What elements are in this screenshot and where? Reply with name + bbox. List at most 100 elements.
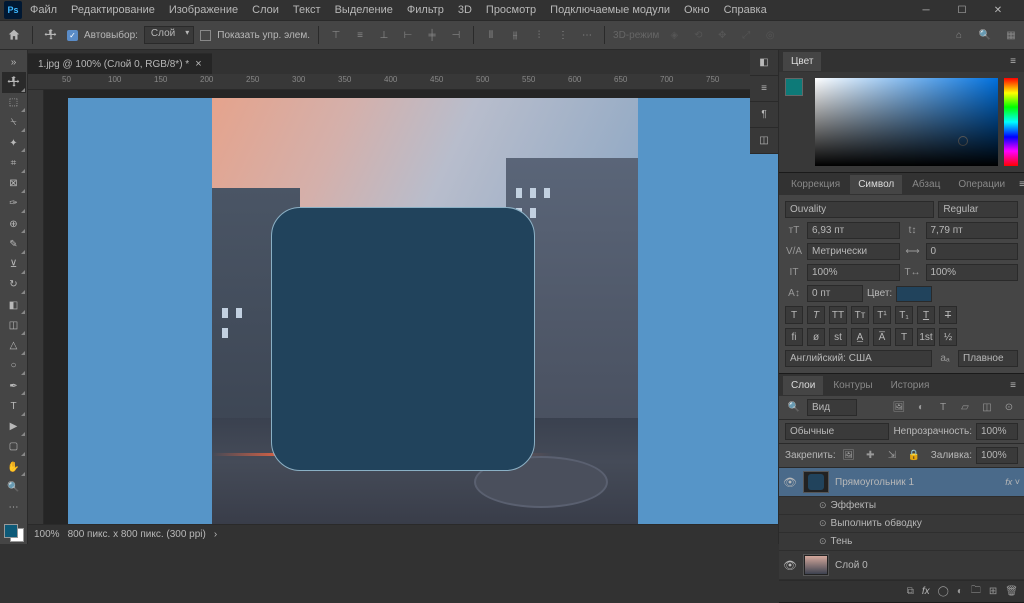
smallcaps-toggle[interactable]: Tᴛ (851, 306, 869, 324)
blur-tool[interactable]: △ (2, 336, 26, 356)
menu-text[interactable]: Текст (287, 1, 327, 19)
visibility-toggle[interactable]: 👁 (783, 559, 797, 572)
italic-toggle[interactable]: T (807, 306, 825, 324)
menu-view[interactable]: Просмотр (480, 1, 542, 19)
type-tool[interactable]: T (2, 396, 26, 416)
visibility-toggle[interactable]: 👁 (783, 476, 797, 489)
layer-name[interactable]: Прямоугольник 1 (835, 477, 914, 488)
distribute-1-icon[interactable]: ⫴ (482, 26, 500, 44)
layer-row[interactable]: 👁 Прямоугольник 1 fx ˅ (779, 468, 1024, 497)
ot-ordinals[interactable]: 1st (917, 328, 935, 346)
character-tab[interactable]: Символ (850, 175, 902, 194)
paragraph-tab[interactable]: Абзац (904, 175, 948, 194)
blend-mode-dropdown[interactable]: Обычные (785, 423, 889, 440)
lock-artboard-icon[interactable]: ⇲ (883, 448, 901, 464)
close-tab-icon[interactable]: × (195, 58, 201, 70)
align-bottom-icon[interactable]: ⊥ (375, 26, 393, 44)
close-button[interactable]: ✕ (984, 1, 1012, 19)
align-left-icon[interactable]: ⊢ (399, 26, 417, 44)
home-icon[interactable] (4, 25, 24, 45)
adjustment-icon[interactable]: ◐ (957, 586, 963, 597)
ot-fractions[interactable]: ½ (939, 328, 957, 346)
bold-toggle[interactable]: T (785, 306, 803, 324)
lock-all-icon[interactable]: 🔒 (905, 448, 923, 464)
subscript-toggle[interactable]: T₁ (895, 306, 913, 324)
collapsed-icon-1[interactable]: ◧ (750, 50, 778, 76)
zoom-tool[interactable]: 🔍 (2, 477, 26, 497)
collapsed-icon-3[interactable]: ¶ (750, 102, 778, 128)
caps-toggle[interactable]: TT (829, 306, 847, 324)
align-vcenter-icon[interactable]: ≡ (351, 26, 369, 44)
healing-tool[interactable]: ⊕ (2, 214, 26, 234)
language-dropdown[interactable]: Английский: США (785, 350, 932, 367)
vscale-field[interactable]: 100% (807, 264, 900, 281)
hscale-field[interactable]: 100% (926, 264, 1019, 281)
move-tool[interactable] (2, 72, 26, 92)
panel-swatch[interactable] (785, 78, 809, 102)
leading-field[interactable]: 7,79 пт (926, 222, 1019, 239)
eraser-tool[interactable]: ◧ (2, 295, 26, 315)
align-hcenter-icon[interactable]: ╪ (423, 26, 441, 44)
panel-menu-icon[interactable]: ≡ (1006, 380, 1020, 391)
baseline-field[interactable]: 0 пт (807, 285, 863, 302)
align-top-icon[interactable]: ⊤ (327, 26, 345, 44)
collapsed-icon-2[interactable]: ≡ (750, 76, 778, 102)
layer-thumb-rect[interactable] (803, 471, 829, 493)
autoselect-checkbox[interactable]: ✓ (67, 30, 78, 41)
doc-dimensions[interactable]: 800 пикс. x 800 пикс. (300 ppi) (68, 529, 206, 540)
layer-thumb-image[interactable] (803, 554, 829, 576)
panel-menu-icon[interactable]: ≡ (1006, 56, 1020, 67)
ot-fi[interactable]: fi (785, 328, 803, 346)
fx-badge[interactable]: fx ˅ (1005, 477, 1020, 487)
effect-shadow[interactable]: ⊙ Тень (779, 533, 1024, 551)
hand-tool[interactable]: ✋ (2, 457, 26, 477)
effect-stroke[interactable]: ⊙ Выполнить обводку (779, 515, 1024, 533)
tracking-field[interactable]: 0 (926, 243, 1019, 260)
color-tab[interactable]: Цвет (783, 52, 821, 71)
actions-tab[interactable]: Операции (950, 175, 1013, 194)
ot-stylistic[interactable]: T (895, 328, 913, 346)
frame-tool[interactable]: ⊠ (2, 174, 26, 194)
show-controls-checkbox[interactable] (200, 30, 211, 41)
eyedropper-tool[interactable]: ✑ (2, 194, 26, 214)
marquee-tool[interactable]: ⬚ (2, 93, 26, 113)
edit-toolbar[interactable]: ⋯ (2, 498, 26, 518)
ot-titling[interactable]: A̅ (873, 328, 891, 346)
menu-filter[interactable]: Фильтр (401, 1, 450, 19)
workspace-icon[interactable]: ▦ (1002, 26, 1020, 44)
maximize-button[interactable]: ☐ (948, 1, 976, 19)
layer-filter-dropdown[interactable]: Вид (807, 399, 857, 416)
search-icon[interactable]: 🔍 (976, 26, 994, 44)
stamp-tool[interactable]: ⊻ (2, 255, 26, 275)
layers-tab[interactable]: Слои (783, 376, 823, 395)
group-icon[interactable]: 🗀 (971, 583, 981, 600)
ot-st[interactable]: st (829, 328, 847, 346)
ruler-vertical[interactable] (28, 90, 44, 524)
history-tab[interactable]: История (883, 376, 938, 395)
filter-toggle[interactable]: ⊙ (1000, 400, 1018, 416)
kerning-field[interactable]: Метрически (807, 243, 900, 260)
filter-smart-icon[interactable]: ◫ (978, 400, 996, 416)
autoselect-dropdown[interactable]: Слой (144, 26, 194, 44)
foreground-swatch[interactable] (4, 524, 18, 538)
lasso-tool[interactable]: ⍀ (2, 113, 26, 133)
fill-field[interactable]: 100% (976, 447, 1018, 464)
link-icon[interactable]: ⧉ (907, 586, 914, 597)
corrections-tab[interactable]: Коррекция (783, 175, 848, 194)
magic-wand-tool[interactable]: ✦ (2, 133, 26, 153)
effects-row[interactable]: ⊙ Эффекты (779, 497, 1024, 515)
menu-plugins[interactable]: Подключаемые модули (544, 1, 676, 19)
document-tab[interactable]: 1.jpg @ 100% (Слой 0, RGB/8*) * × (28, 53, 212, 74)
color-field[interactable] (815, 78, 998, 166)
lock-pixel-icon[interactable]: 🖼 (840, 448, 858, 464)
color-swatches[interactable] (2, 522, 26, 544)
history-brush-tool[interactable]: ↻ (2, 275, 26, 295)
dodge-tool[interactable]: ○ (2, 356, 26, 376)
menu-layers[interactable]: Слои (246, 1, 285, 19)
font-family-dropdown[interactable]: Ouvality (785, 201, 934, 218)
ot-slash[interactable]: ø (807, 328, 825, 346)
collapse-icon[interactable]: » (2, 52, 26, 72)
menu-3d[interactable]: 3D (452, 1, 478, 19)
filter-type-icon[interactable]: T (934, 400, 952, 416)
mask-icon[interactable]: ◯ (938, 586, 949, 597)
